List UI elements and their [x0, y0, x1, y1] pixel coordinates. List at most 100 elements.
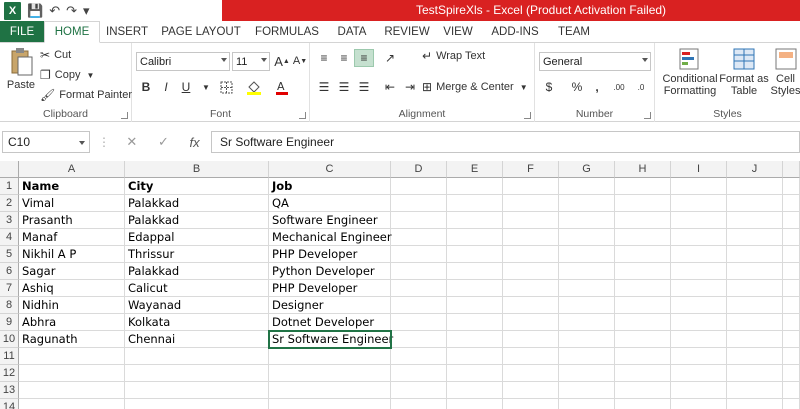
cell-i7[interactable] [671, 280, 727, 297]
cell-f10[interactable] [503, 331, 559, 348]
cell-d7[interactable] [391, 280, 447, 297]
cell-h2[interactable] [615, 195, 671, 212]
cell-a4[interactable]: Manaf [19, 229, 125, 246]
cell-j8[interactable] [727, 297, 783, 314]
cell-i10[interactable] [671, 331, 727, 348]
align-top-icon[interactable]: ≡ [314, 49, 334, 67]
tab-team[interactable]: TEAM [550, 21, 598, 42]
cell-b7[interactable]: Calicut [125, 280, 269, 297]
cell-f13[interactable] [503, 382, 559, 399]
borders-button[interactable] [216, 78, 236, 96]
cell-f2[interactable] [503, 195, 559, 212]
cell-a14[interactable] [19, 399, 125, 409]
cell-f7[interactable] [503, 280, 559, 297]
cell-d3[interactable] [391, 212, 447, 229]
column-header-c[interactable]: C [269, 161, 391, 178]
cell-f6[interactable] [503, 263, 559, 280]
row-header-8[interactable]: 8 [0, 297, 19, 314]
cell-g4[interactable] [559, 229, 615, 246]
cell-d2[interactable] [391, 195, 447, 212]
cell-a10[interactable]: Ragunath [19, 331, 125, 348]
dialog-launcher-icon[interactable] [644, 112, 651, 119]
cell-j2[interactable] [727, 195, 783, 212]
cell-g9[interactable] [559, 314, 615, 331]
conditional-formatting-button[interactable]: Conditional Formatting [659, 47, 721, 97]
cell-c14[interactable] [269, 399, 391, 409]
cell-g11[interactable] [559, 348, 615, 365]
font-size-select[interactable]: 11 [232, 52, 270, 71]
tab-data[interactable]: DATA [326, 21, 378, 42]
cell-a2[interactable]: Vimal [19, 195, 125, 212]
row-header-7[interactable]: 7 [0, 280, 19, 297]
cell-f1[interactable] [503, 178, 559, 195]
select-all-corner[interactable] [0, 161, 19, 178]
cancel-icon[interactable]: ✕ [126, 134, 137, 150]
cell-e11[interactable] [447, 348, 503, 365]
formula-input[interactable]: Sr Software Engineer [211, 131, 800, 153]
cell-a9[interactable]: Abhra [19, 314, 125, 331]
cell-c6[interactable]: Python Developer [269, 263, 391, 280]
cut-button[interactable]: ✂ Cut [40, 48, 71, 62]
cell-d14[interactable] [391, 399, 447, 409]
customize-qat-icon[interactable]: ▾ [83, 2, 90, 20]
cell-styles-button[interactable]: Cell Styles [771, 47, 800, 97]
cell-h5[interactable] [615, 246, 671, 263]
column-header-b[interactable]: B [125, 161, 269, 178]
cell-d10[interactable] [391, 331, 447, 348]
italic-button[interactable]: I [156, 78, 176, 96]
row-header-4[interactable]: 4 [0, 229, 19, 246]
cell-h11[interactable] [615, 348, 671, 365]
cell-f9[interactable] [503, 314, 559, 331]
enter-icon[interactable]: ✓ [158, 134, 169, 150]
cell-g14[interactable] [559, 399, 615, 409]
cell-j10[interactable] [727, 331, 783, 348]
cell-b11[interactable] [125, 348, 269, 365]
cell-c5[interactable]: PHP Developer [269, 246, 391, 263]
cell-b8[interactable]: Wayanad [125, 297, 269, 314]
cell-i14[interactable] [671, 399, 727, 409]
dialog-launcher-icon[interactable] [524, 112, 531, 119]
increase-indent-icon[interactable]: ⇥ [400, 78, 420, 96]
cell-c8[interactable]: Designer [269, 297, 391, 314]
cell-e10[interactable] [447, 331, 503, 348]
align-center-icon[interactable]: ☰ [334, 78, 354, 96]
orientation-icon[interactable]: ↗ [380, 49, 400, 67]
cell-d5[interactable] [391, 246, 447, 263]
cell-e5[interactable] [447, 246, 503, 263]
row-header-5[interactable]: 5 [0, 246, 19, 263]
cell-a13[interactable] [19, 382, 125, 399]
cell-h1[interactable] [615, 178, 671, 195]
cell-d12[interactable] [391, 365, 447, 382]
decrease-decimal-button[interactable]: .0 [631, 78, 651, 96]
cell-b12[interactable] [125, 365, 269, 382]
column-header-a[interactable]: A [19, 161, 125, 178]
redo-icon[interactable]: ↷ [66, 2, 77, 20]
font-name-select[interactable]: Calibri [136, 52, 230, 71]
cell-j6[interactable] [727, 263, 783, 280]
cell-i12[interactable] [671, 365, 727, 382]
cell-i2[interactable] [671, 195, 727, 212]
grow-font-button[interactable]: A ▲ [272, 52, 292, 70]
cell-f11[interactable] [503, 348, 559, 365]
cell-j12[interactable] [727, 365, 783, 382]
cell-h14[interactable] [615, 399, 671, 409]
number-format-select[interactable]: General [539, 52, 651, 71]
cell-e3[interactable] [447, 212, 503, 229]
cell-a7[interactable]: Ashiq [19, 280, 125, 297]
percent-button[interactable]: % [567, 78, 587, 96]
cell-j13[interactable] [727, 382, 783, 399]
cell-c11[interactable] [269, 348, 391, 365]
cell-h13[interactable] [615, 382, 671, 399]
align-bottom-icon[interactable]: ≡ [354, 49, 374, 67]
cell-j14[interactable] [727, 399, 783, 409]
cell-f5[interactable] [503, 246, 559, 263]
row-header-9[interactable]: 9 [0, 314, 19, 331]
cell-d6[interactable] [391, 263, 447, 280]
cell-b14[interactable] [125, 399, 269, 409]
cell-d1[interactable] [391, 178, 447, 195]
decrease-indent-icon[interactable]: ⇤ [380, 78, 400, 96]
format-as-table-button[interactable]: Format as Table [719, 47, 769, 97]
cell-b13[interactable] [125, 382, 269, 399]
cell-a11[interactable] [19, 348, 125, 365]
cell-d9[interactable] [391, 314, 447, 331]
